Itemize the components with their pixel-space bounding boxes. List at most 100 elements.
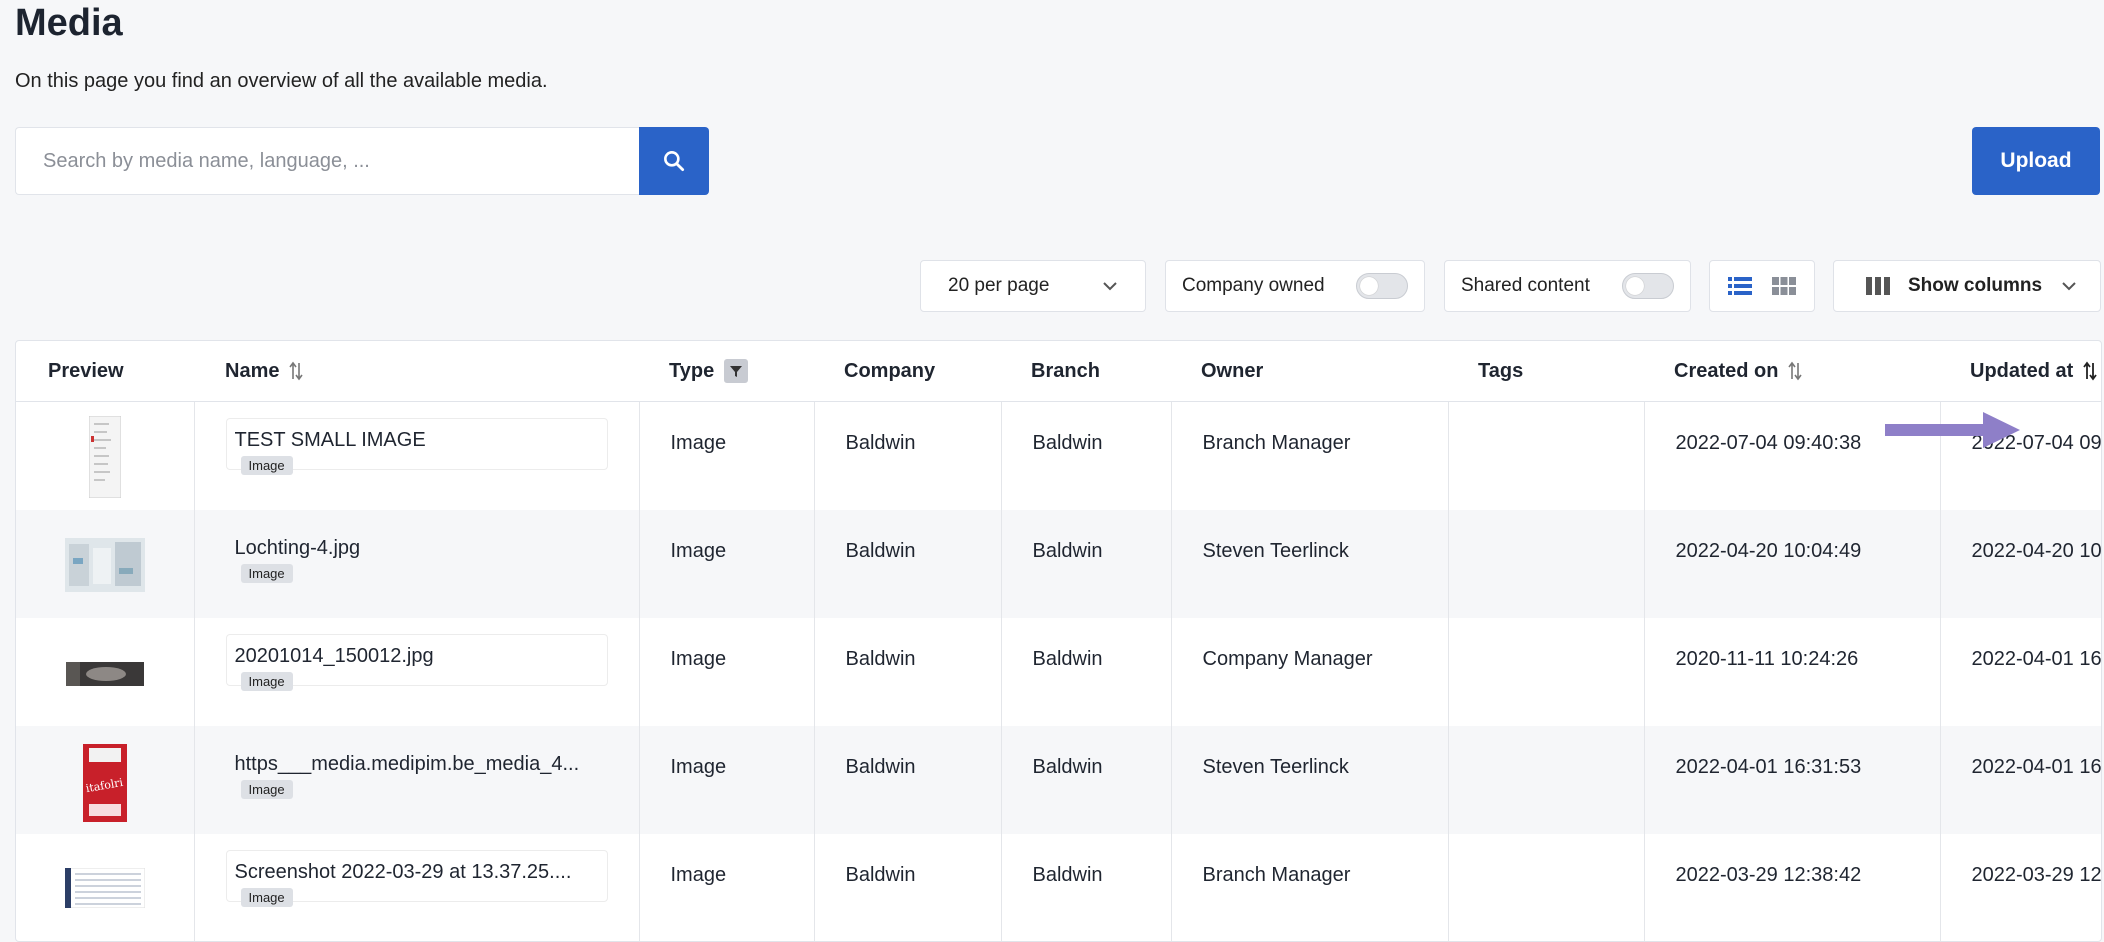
media-name: TEST SMALL IMAGE: [234, 429, 426, 451]
updated-cell: 2022-04-20 10:04:49: [1939, 509, 2101, 618]
thumbnail-image[interactable]: [64, 537, 145, 592]
owner-cell: Steven Teerlinck: [1170, 509, 1448, 618]
table-row[interactable]: Lochting-4.jpg Image Image Baldwin Baldw…: [16, 509, 2101, 618]
branch-cell: Baldwin: [1000, 617, 1171, 726]
list-view-icon[interactable]: [1728, 276, 1752, 296]
column-type[interactable]: Type: [639, 341, 814, 402]
sort-icon[interactable]: [1788, 361, 1803, 381]
column-branch: Branch: [1001, 341, 1171, 402]
media-name-box[interactable]: TEST SMALL IMAGE Image: [225, 418, 608, 475]
type-cell: Image: [638, 617, 814, 726]
branch-cell: Baldwin: [1000, 725, 1171, 834]
preview-cell: [16, 618, 194, 726]
view-toggle: [1709, 260, 1815, 312]
tags-cell: [1447, 725, 1644, 834]
column-preview: Preview: [16, 341, 194, 402]
owner-cell: Branch Manager: [1170, 401, 1448, 510]
name-cell: https___media.medipim.be_media_4... Imag…: [193, 725, 639, 834]
column-name[interactable]: Name: [194, 341, 639, 402]
table-row[interactable]: TEST SMALL IMAGE Image Image Baldwin Bal…: [16, 401, 2101, 510]
preview-cell: [16, 834, 194, 942]
media-type-badge: Image: [240, 887, 293, 907]
media-name: https___media.medipim.be_media_4...: [234, 752, 580, 775]
search-button[interactable]: [639, 127, 709, 195]
owner-cell: Branch Manager: [1170, 833, 1448, 941]
chevron-down-icon: [2062, 282, 2076, 291]
page-subtitle: On this page you find an overview of all…: [15, 70, 548, 92]
sort-icon[interactable]: [2083, 361, 2098, 381]
branch-cell: Baldwin: [1000, 833, 1171, 941]
media-name-box[interactable]: https___media.medipim.be_media_4... Imag…: [226, 742, 608, 799]
updated-cell: 2022-04-01 16:36:17: [1939, 725, 2101, 834]
table-row[interactable]: Screenshot 2022-03-29 at 13.37.25.... Im…: [16, 833, 2101, 942]
upload-button[interactable]: Upload: [1972, 127, 2100, 195]
grid-view-icon[interactable]: [1772, 276, 1796, 296]
columns-icon: [1866, 277, 1890, 295]
tags-cell: [1447, 401, 1644, 510]
filter-icon[interactable]: [724, 359, 749, 383]
created-cell: 2022-04-20 10:04:49: [1643, 509, 1940, 618]
column-tags: Tags: [1448, 341, 1644, 402]
column-company: Company: [814, 341, 1001, 402]
thumbnail-image[interactable]: [88, 416, 121, 498]
media-name-box[interactable]: Screenshot 2022-03-29 at 13.37.25.... Im…: [225, 849, 608, 907]
thumbnail-image[interactable]: [65, 661, 144, 686]
company-owned-label: Company owned: [1182, 275, 1325, 296]
table-header-row: Preview Name Type Company Branch Owner T…: [16, 341, 2101, 402]
company-owned-toggle[interactable]: [1356, 273, 1408, 299]
updated-cell: 2022-04-01 16:39:55: [1939, 617, 2101, 726]
name-cell: 20201014_150012.jpg Image: [193, 617, 639, 726]
media-type-badge: Image: [240, 456, 293, 475]
media-name: Screenshot 2022-03-29 at 13.37.25....: [234, 860, 572, 883]
column-created[interactable]: Created on: [1644, 341, 1940, 402]
search-input[interactable]: [15, 127, 639, 195]
show-columns-button[interactable]: Show columns: [1833, 260, 2101, 312]
sort-icon[interactable]: [289, 361, 304, 381]
search-bar: [15, 127, 709, 195]
updated-cell: 2022-03-29 12:38:56: [1939, 833, 2101, 941]
company-cell: Baldwin: [813, 509, 1001, 618]
created-cell: 2022-04-01 16:31:53: [1643, 725, 1940, 834]
media-table: Preview Name Type Company Branch Owner T…: [15, 340, 2102, 942]
preview-cell: [16, 510, 194, 618]
media-name-box[interactable]: 20201014_150012.jpg Image: [225, 633, 608, 691]
media-name: 20201014_150012.jpg: [234, 644, 434, 667]
media-type-badge: Image: [240, 563, 293, 583]
company-cell: Baldwin: [813, 617, 1001, 726]
media-name-box[interactable]: Lochting-4.jpg Image: [226, 526, 608, 583]
page-title: Media: [15, 2, 123, 44]
name-cell: Screenshot 2022-03-29 at 13.37.25.... Im…: [193, 833, 639, 941]
type-cell: Image: [638, 725, 814, 834]
media-type-badge: Image: [240, 671, 293, 691]
per-page-value: 20 per page: [948, 275, 1050, 296]
branch-cell: Baldwin: [1000, 401, 1171, 510]
per-page-select[interactable]: 20 per page: [920, 260, 1146, 312]
tags-cell: [1447, 617, 1644, 726]
owner-cell: Company Manager: [1170, 617, 1448, 726]
shared-content-filter: Shared content: [1444, 260, 1691, 312]
annotation-arrow: [1885, 412, 2020, 448]
thumbnail-image[interactable]: itafolri: [82, 743, 127, 822]
table-row[interactable]: itafolri https___media.medipim.be_media_…: [16, 725, 2101, 834]
created-cell: 2022-03-29 12:38:42: [1643, 833, 1940, 941]
type-cell: Image: [638, 833, 814, 941]
tags-cell: [1447, 509, 1644, 618]
column-updated[interactable]: Updated at: [1940, 341, 2101, 402]
table-row[interactable]: 20201014_150012.jpg Image Image Baldwin …: [16, 617, 2101, 726]
preview-cell: itafolri: [16, 726, 194, 834]
thumbnail-image[interactable]: [64, 867, 145, 908]
show-columns-label: Show columns: [1907, 275, 2043, 296]
chevron-down-icon: [1103, 282, 1117, 291]
shared-content-label: Shared content: [1461, 275, 1590, 296]
type-cell: Image: [638, 509, 814, 618]
type-cell: Image: [638, 401, 814, 510]
owner-cell: Steven Teerlinck: [1170, 725, 1448, 834]
branch-cell: Baldwin: [1000, 509, 1171, 618]
shared-content-toggle[interactable]: [1622, 273, 1674, 299]
company-cell: Baldwin: [813, 401, 1001, 510]
preview-cell: [16, 402, 194, 510]
name-cell: Lochting-4.jpg Image: [193, 509, 639, 618]
name-cell: TEST SMALL IMAGE Image: [193, 401, 639, 510]
column-owner: Owner: [1171, 341, 1448, 402]
company-cell: Baldwin: [813, 833, 1001, 941]
